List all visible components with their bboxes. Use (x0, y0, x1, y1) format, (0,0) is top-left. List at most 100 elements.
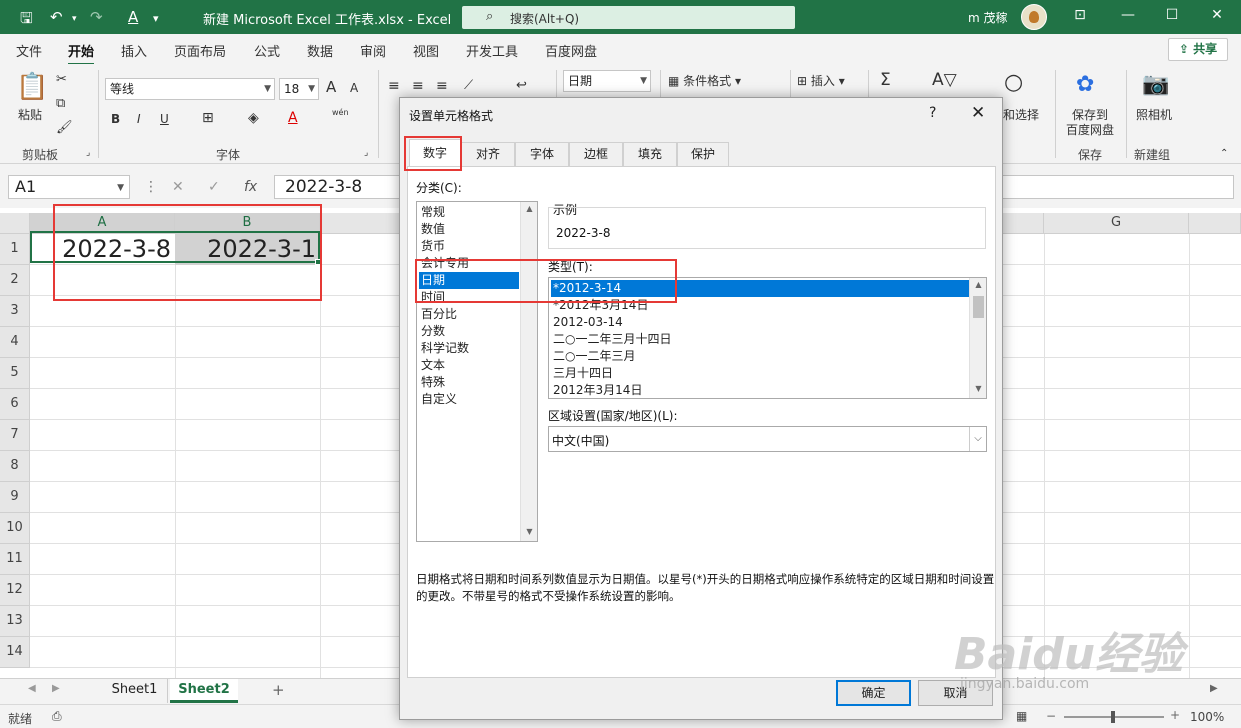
bold-button[interactable]: B (111, 112, 120, 126)
align-top-icon[interactable]: ≡ (388, 78, 400, 94)
category-item[interactable]: 科学记数 (419, 340, 519, 357)
cut-icon[interactable]: ✂ (56, 72, 67, 87)
row-header-6[interactable]: 6 (0, 389, 30, 420)
camera-button[interactable]: 照相机 (1136, 106, 1172, 123)
select-all-corner[interactable] (0, 213, 30, 234)
italic-button[interactable]: I (137, 112, 141, 126)
collapse-ribbon-icon[interactable]: ⌃ (1220, 148, 1228, 159)
close-icon[interactable]: ✕ (971, 103, 985, 123)
row-header-10[interactable]: 10 (0, 513, 30, 544)
scroll-down-icon[interactable]: ▼ (521, 527, 537, 536)
category-scrollbar[interactable]: ▲ ▼ (520, 202, 537, 541)
row-header-1[interactable]: 1 (0, 234, 30, 265)
type-item[interactable]: 二○一二年三月 (551, 348, 969, 365)
save-to-baidu-label-2[interactable]: 百度网盘 (1066, 121, 1114, 138)
scroll-right-icon[interactable]: ▶ (52, 683, 60, 694)
border-icon[interactable]: ⊞ (202, 110, 214, 126)
type-item[interactable]: 2012年3月14日 (551, 382, 969, 398)
row-header-8[interactable]: 8 (0, 451, 30, 482)
help-icon[interactable]: ? (929, 105, 936, 121)
font-color-quick-icon[interactable]: A (128, 8, 138, 26)
customize-quick-access-icon[interactable]: ▾ (153, 12, 159, 25)
type-scrollbar[interactable]: ▲ ▼ (969, 278, 986, 398)
tab-view[interactable]: 视图 (413, 41, 439, 60)
tab-home[interactable]: 开始 (68, 41, 95, 66)
row-header-12[interactable]: 12 (0, 575, 30, 606)
tab-file[interactable]: 文件 (16, 41, 42, 60)
ribbon-display-icon[interactable]: ⊡ (1070, 7, 1090, 23)
scroll-left-icon[interactable]: ◀ (28, 683, 36, 694)
maximize-icon[interactable]: ☐ (1162, 7, 1182, 23)
sheet-tab-sheet1[interactable]: Sheet1 (102, 679, 168, 703)
row-header-13[interactable]: 13 (0, 606, 30, 637)
scroll-down-icon[interactable]: ▼ (970, 384, 986, 393)
tab-protection[interactable]: 保护 (677, 142, 729, 167)
conditional-format-button[interactable]: ▦ 条件格式 ▾ (668, 72, 741, 89)
grow-font-icon[interactable]: A (326, 78, 336, 96)
name-box[interactable]: A1 ▼ (8, 175, 130, 199)
row-header-4[interactable]: 4 (0, 327, 30, 358)
align-middle-icon[interactable]: ≡ (412, 78, 424, 94)
category-item[interactable]: 文本 (419, 357, 519, 374)
type-item[interactable]: 2012-03-14 (551, 314, 969, 331)
wrap-text-icon[interactable]: ↩ (516, 78, 527, 93)
zoom-out-icon[interactable]: − (1046, 709, 1056, 723)
normal-view-icon[interactable]: ▦ (1016, 709, 1027, 723)
format-painter-icon[interactable]: 🖌 (56, 120, 73, 135)
tab-page-layout[interactable]: 页面布局 (174, 41, 226, 60)
row-header-11[interactable]: 11 (0, 544, 30, 575)
redo-icon[interactable]: ↷ (90, 8, 103, 26)
row-header-7[interactable]: 7 (0, 420, 30, 451)
category-item[interactable]: 百分比 (419, 306, 519, 323)
autosum-icon[interactable]: Σ (880, 70, 891, 90)
undo-icon[interactable]: ↶ (50, 8, 63, 26)
user-name[interactable]: m 茂稼 (968, 9, 1008, 26)
tab-insert[interactable]: 插入 (121, 41, 147, 60)
category-item[interactable]: 特殊 (419, 374, 519, 391)
chevron-down-icon[interactable]: ⌵ (969, 427, 986, 451)
category-list[interactable]: 常规 数值 货币 会计专用 日期 时间 百分比 分数 科学记数 文本 特殊 自定… (416, 201, 538, 542)
row-header-9[interactable]: 9 (0, 482, 30, 513)
find-select-button[interactable]: 和选择 (1003, 106, 1039, 123)
row-header-2[interactable]: 2 (0, 265, 30, 296)
camera-icon[interactable]: 📷 (1142, 72, 1169, 97)
save-icon[interactable]: 🖫 (20, 8, 33, 33)
tab-data[interactable]: 数据 (307, 41, 333, 60)
number-format-select[interactable]: 日期 ▼ (563, 70, 651, 92)
orientation-icon[interactable]: ⟋ (464, 78, 473, 93)
paste-icon[interactable]: 📋 (16, 72, 48, 102)
tab-font[interactable]: 字体 (515, 142, 569, 167)
sheet-tab-sheet2[interactable]: Sheet2 (170, 679, 238, 703)
search-box[interactable]: ⌕ 搜索(Alt+Q) (462, 6, 795, 29)
tab-developer[interactable]: 开发工具 (466, 41, 518, 60)
tab-review[interactable]: 审阅 (360, 41, 386, 60)
cancel-entry-icon[interactable]: ✕ (172, 179, 184, 195)
underline-button[interactable]: U (160, 112, 169, 126)
clipboard-launcher-icon[interactable]: ⌟ (86, 148, 90, 158)
align-bottom-icon[interactable]: ≡ (436, 78, 448, 94)
find-icon[interactable]: ○ (1004, 70, 1023, 95)
zoom-in-icon[interactable]: + (1170, 708, 1180, 722)
category-item[interactable]: 数值 (419, 221, 519, 238)
type-item[interactable]: 二○一二年三月十四日 (551, 331, 969, 348)
minimize-icon[interactable]: — (1118, 7, 1138, 23)
baidu-netdisk-icon[interactable]: ✿ (1076, 72, 1094, 97)
row-header-5[interactable]: 5 (0, 358, 30, 389)
scroll-thumb[interactable] (973, 296, 984, 318)
type-item[interactable]: 三月十四日 (551, 365, 969, 382)
row-header-3[interactable]: 3 (0, 296, 30, 327)
undo-dropdown-icon[interactable]: ▾ (72, 14, 77, 24)
zoom-slider-thumb[interactable] (1111, 711, 1115, 723)
confirm-entry-icon[interactable]: ✓ (208, 179, 220, 195)
font-name-select[interactable]: 等线 ▼ (105, 78, 275, 100)
insert-function-icon[interactable]: fx (244, 179, 257, 195)
tab-alignment[interactable]: 对齐 (461, 142, 515, 167)
share-button[interactable]: ⇪ 共享 (1168, 38, 1228, 61)
tab-formulas[interactable]: 公式 (254, 41, 280, 60)
zoom-level[interactable]: 100% (1190, 710, 1224, 724)
shrink-font-icon[interactable]: A (350, 81, 358, 95)
column-header-g[interactable]: G (1044, 213, 1189, 234)
category-item[interactable]: 货币 (419, 238, 519, 255)
category-item[interactable]: 分数 (419, 323, 519, 340)
paste-button[interactable]: 粘贴 (18, 106, 42, 123)
